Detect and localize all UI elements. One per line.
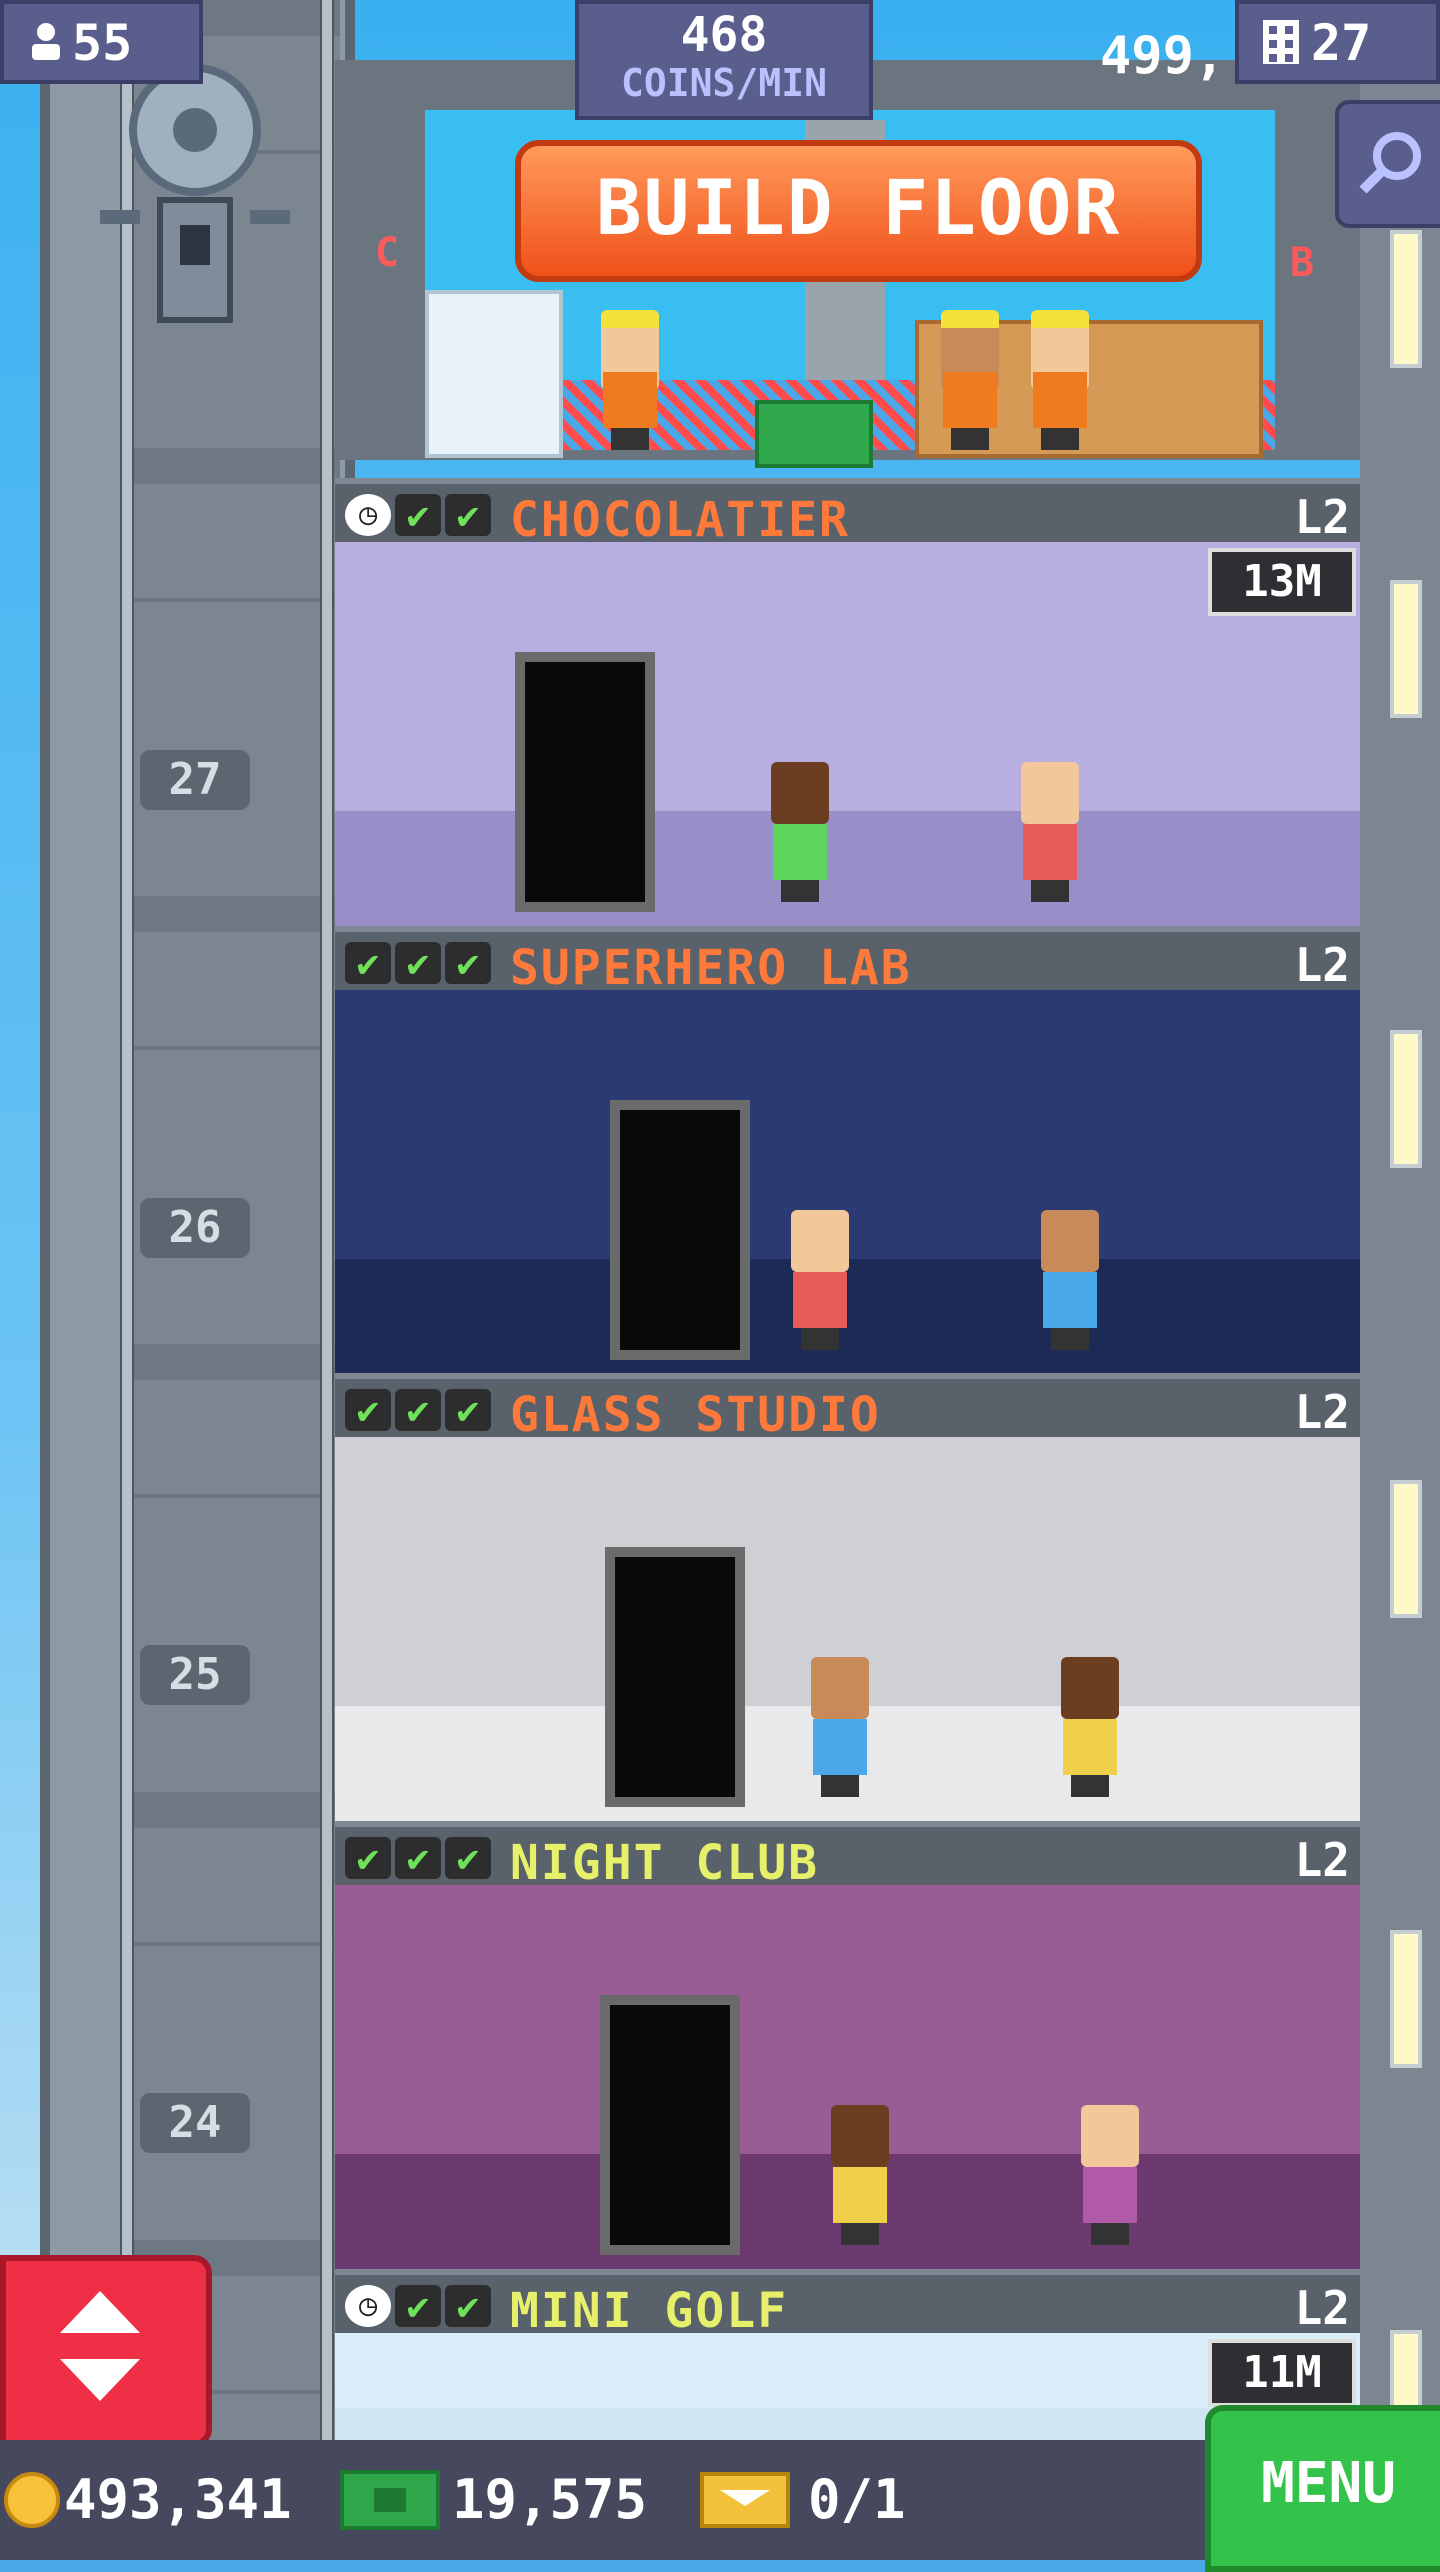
- floor-status: ✔ ✔ ✔: [345, 1389, 491, 1431]
- floor-label-bar: ◷ ✔ ✔ MINI GOLF L2: [335, 2269, 1360, 2339]
- resident[interactable]: [1035, 1210, 1105, 1350]
- floor-level: L2: [1294, 938, 1350, 992]
- floor-door: [515, 652, 655, 912]
- floors-icon: [1263, 20, 1299, 64]
- floor-timer: 13M: [1208, 548, 1356, 616]
- window: [1390, 230, 1422, 368]
- construction-worker[interactable]: [595, 310, 665, 450]
- clock-icon: ◷: [345, 2285, 391, 2327]
- floor-name: SUPERHERO LAB: [510, 940, 912, 996]
- elevator-car[interactable]: [100, 60, 290, 340]
- floor-door: [610, 1100, 750, 1360]
- window: [1390, 1480, 1422, 1618]
- floor-superhero-lab[interactable]: ✔ ✔ ✔ SUPERHERO LAB L2: [335, 926, 1360, 1374]
- floor-label-bar: ◷ ✔ ✔ CHOCOLATIER L2: [335, 478, 1360, 548]
- floor-label-bar: ✔ ✔ ✔ SUPERHERO LAB L2: [335, 926, 1360, 996]
- floor-door: [605, 1547, 745, 1807]
- floor-number-25: 25: [140, 1645, 250, 1705]
- floor-name: MINI GOLF: [510, 2283, 789, 2339]
- search-button[interactable]: [1335, 100, 1440, 228]
- bux-icon: [340, 2470, 440, 2530]
- floor-status: ◷ ✔ ✔: [345, 2285, 491, 2327]
- check-icon: ✔: [445, 2285, 491, 2327]
- check-icon: ✔: [445, 1837, 491, 1879]
- coin-icon: [4, 2472, 60, 2528]
- resident[interactable]: [785, 1210, 855, 1350]
- resident[interactable]: [1055, 1657, 1125, 1797]
- construction-worker[interactable]: [1025, 310, 1095, 450]
- elevator-toggle-button[interactable]: [0, 2255, 212, 2447]
- floor-label-bar: ✔ ✔ ✔ GLASS STUDIO L2: [335, 1373, 1360, 1443]
- floor-door: [600, 1995, 740, 2255]
- up-down-arrows-icon: [60, 2291, 140, 2401]
- toolbox: [755, 400, 873, 468]
- check-icon: ✔: [445, 942, 491, 984]
- construction-worker[interactable]: [935, 310, 1005, 450]
- paper-stack: [425, 290, 563, 458]
- resident[interactable]: [1015, 762, 1085, 902]
- elevator-motor-icon: [100, 64, 290, 323]
- menu-button[interactable]: MENU: [1205, 2405, 1440, 2572]
- floor-number-26: 26: [140, 1198, 250, 1258]
- population-count: 55: [72, 14, 133, 72]
- floor-level: L2: [1294, 490, 1350, 544]
- check-icon: ✔: [345, 942, 391, 984]
- elevator-cable-right: [320, 0, 334, 2440]
- ticket-icon: [700, 2472, 790, 2528]
- floor-number-27: 27: [140, 750, 250, 810]
- floor-room: [335, 1885, 1360, 2269]
- coins-value: 493,341: [64, 2468, 292, 2531]
- coins-per-min-badge: 468 COINS/MIN: [575, 0, 873, 120]
- floors-count: 27: [1311, 14, 1372, 72]
- floor-chocolatier[interactable]: ◷ ✔ ✔ CHOCOLATIER L2 13M: [335, 478, 1360, 926]
- floor-timer: 11M: [1208, 2339, 1356, 2407]
- coins-per-min-value: 468: [680, 7, 768, 63]
- check-icon: ✔: [345, 1389, 391, 1431]
- elevator-cable-left: [120, 0, 134, 2440]
- floor-status: ✔ ✔ ✔: [345, 1837, 491, 1879]
- floor-level: L2: [1294, 1385, 1350, 1439]
- floor-glass-studio[interactable]: ✔ ✔ ✔ GLASS STUDIO L2: [335, 1373, 1360, 1821]
- person-icon: [32, 23, 60, 60]
- build-letter-left: C: [375, 230, 400, 276]
- check-icon: ✔: [345, 1837, 391, 1879]
- window: [1390, 580, 1422, 718]
- resident[interactable]: [825, 2105, 895, 2245]
- floor-name: GLASS STUDIO: [510, 1387, 881, 1443]
- floor-status: ✔ ✔ ✔: [345, 942, 491, 984]
- resident[interactable]: [1075, 2105, 1145, 2245]
- bux-value: 19,575: [452, 2468, 648, 2531]
- check-icon: ✔: [395, 1837, 441, 1879]
- check-icon: ✔: [445, 1389, 491, 1431]
- floor-level: L2: [1294, 2281, 1350, 2335]
- floors-badge[interactable]: 27: [1235, 0, 1440, 84]
- floor-label-bar: ✔ ✔ ✔ NIGHT CLUB L2: [335, 1821, 1360, 1891]
- check-icon: ✔: [395, 2285, 441, 2327]
- floor-status: ◷ ✔ ✔: [345, 494, 491, 536]
- resident[interactable]: [805, 1657, 875, 1797]
- floor-room: [335, 1437, 1360, 1821]
- floor-room: [335, 542, 1360, 926]
- build-floor-button[interactable]: BUILD FLOOR: [515, 140, 1202, 282]
- coins-per-min-label: COINS/MIN: [621, 61, 827, 105]
- population-badge[interactable]: 55: [0, 0, 203, 84]
- floor-name: CHOCOLATIER: [510, 492, 850, 548]
- check-icon: ✔: [395, 942, 441, 984]
- tickets-value: 0/1: [808, 2468, 906, 2531]
- window: [1390, 1030, 1422, 1168]
- floor-room: [335, 990, 1360, 1374]
- check-icon: ✔: [445, 494, 491, 536]
- build-letter-right: B: [1290, 240, 1315, 286]
- clock-icon: ◷: [345, 494, 391, 536]
- floor-level: L2: [1294, 1833, 1350, 1887]
- floor-name: NIGHT CLUB: [510, 1835, 819, 1891]
- resident[interactable]: [765, 762, 835, 902]
- floor-number-24: 24: [140, 2093, 250, 2153]
- window: [1390, 1930, 1422, 2068]
- progress-text: 499,: [1100, 26, 1226, 86]
- floor-night-club[interactable]: ✔ ✔ ✔ NIGHT CLUB L2: [335, 1821, 1360, 2269]
- check-icon: ✔: [395, 494, 441, 536]
- search-icon: [1359, 132, 1421, 194]
- check-icon: ✔: [395, 1389, 441, 1431]
